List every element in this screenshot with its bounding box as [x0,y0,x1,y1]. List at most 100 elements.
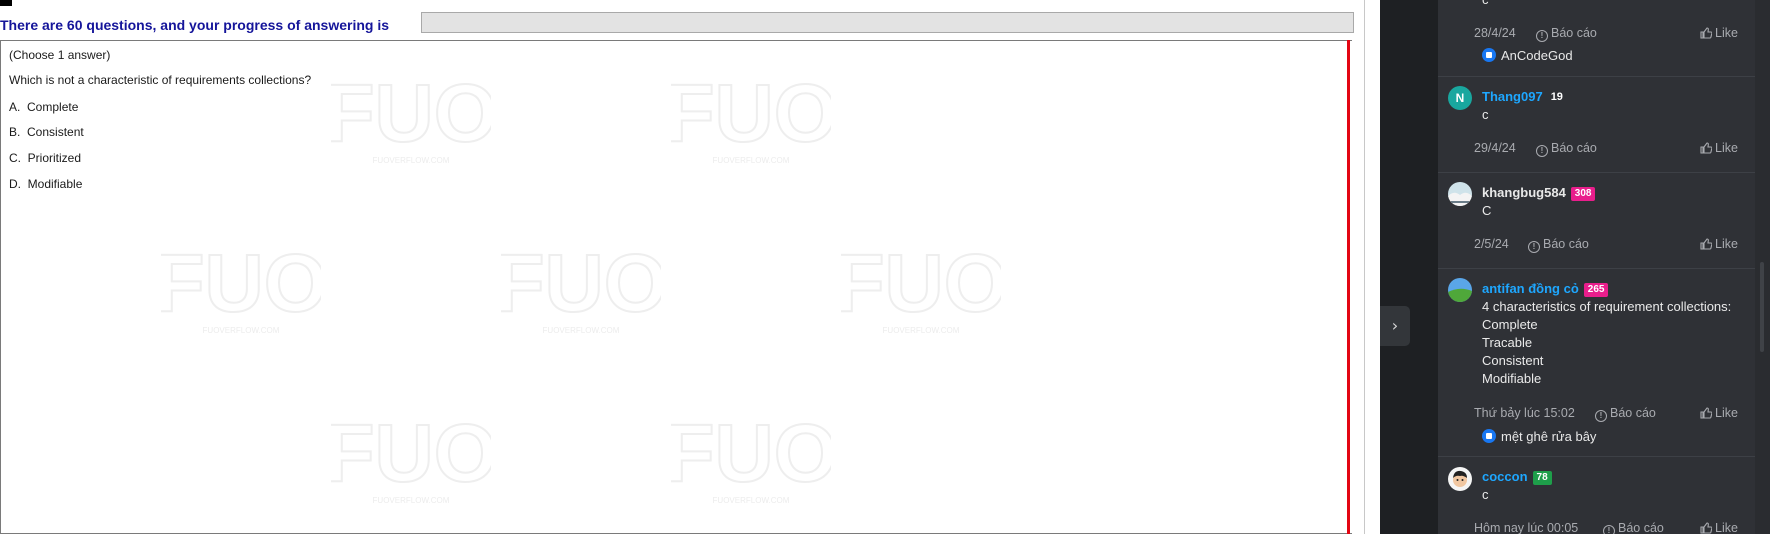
question-instruction: (Choose 1 answer) [9,48,111,62]
window-frame-edge [1364,0,1365,534]
svg-text:FUOVERFLOW.COM: FUOVERFLOW.COM [373,496,450,505]
comment-body-line: Complete [1482,317,1538,332]
comment-body-line: C [1482,203,1492,218]
info-icon: ! [1536,145,1548,157]
thumbs-up-icon [1700,522,1712,534]
like-reaction-icon [1482,48,1496,62]
chevron-right-icon: › [1391,316,1399,335]
like-button[interactable]: Like [1700,26,1738,40]
avatar[interactable] [1448,467,1472,491]
author-link[interactable]: Thang097 [1482,89,1543,104]
comment-body-line: c [1482,487,1489,502]
like-label: Like [1715,521,1738,534]
comment-author: antifan đồng cỏ 265 [1482,281,1609,297]
svg-text:FUOVERFLOW.COM: FUOVERFLOW.COM [713,496,790,505]
info-icon: ! [1536,30,1548,42]
comments-scrollbar[interactable] [1755,0,1770,534]
answer-option-d[interactable]: D. Modifiable [9,177,82,191]
progress-label: There are 60 questions, and your progres… [0,17,389,33]
report-link[interactable]: ! Báo cáo [1528,237,1589,253]
option-text: Prioritized [27,151,82,165]
collapse-panel-button[interactable]: › [1380,306,1410,346]
comment-body-line: c [1482,0,1489,7]
comment-author: coccon 78 [1482,469,1552,485]
author-link[interactable]: antifan đồng cỏ [1482,281,1579,296]
like-label: Like [1715,141,1738,155]
like-label: Like [1715,237,1738,251]
option-key: B. [9,125,21,139]
like-reaction-icon [1482,429,1496,443]
report-link[interactable]: ! Báo cáo [1536,26,1597,42]
author-score-badge: 308 [1570,187,1596,201]
info-icon: ! [1603,525,1615,534]
thumbs-up-icon [1700,27,1712,39]
watermark-logo: FUO FUOVERFLOW.COM [501,241,661,341]
answer-option-a[interactable]: A. Complete [9,100,78,114]
info-icon: ! [1528,241,1540,253]
report-label: Báo cáo [1551,26,1597,40]
report-link[interactable]: ! Báo cáo [1603,521,1664,534]
option-text: Complete [27,100,79,114]
comment-body-line: 4 characteristics of requirement collect… [1482,299,1732,314]
exam-window: There are 60 questions, and your progres… [0,0,1380,534]
author-link[interactable]: khangbug584 [1482,185,1566,200]
svg-text:FUO: FUO [331,71,491,159]
scrollbar-thumb[interactable] [1760,262,1764,352]
report-label: Báo cáo [1610,406,1656,420]
avatar[interactable]: N [1448,86,1472,110]
watermark-logo: FUO FUOVERFLOW.COM [161,241,321,341]
author-score-badge: 78 [1532,471,1552,485]
question-prompt: Which is not a characteristic of require… [9,73,312,87]
info-icon: ! [1595,410,1607,422]
svg-text:FUO: FUO [501,241,661,329]
liked-by: mệt ghê rửa bây [1482,429,1596,444]
comment-author: Thang097 19 [1482,89,1566,104]
report-label: Báo cáo [1618,521,1664,534]
thumbs-up-icon [1700,407,1712,419]
panel-gutter [1380,0,1438,534]
report-label: Báo cáo [1543,237,1589,251]
comment-body-line: Modifiable [1482,371,1542,386]
like-button[interactable]: Like [1700,237,1738,251]
answer-option-b[interactable]: B. Consistent [9,125,84,139]
comment-date: Thứ bảy lúc 15:02 [1474,406,1575,420]
liker-name: mệt ghê rửa bây [1501,429,1597,444]
question-panel-accent-border [1347,40,1350,534]
comment-divider [1438,76,1755,77]
comment-date: 28/4/24 [1474,26,1516,40]
svg-text:FUO: FUO [671,71,831,159]
answer-option-c[interactable]: C. Prioritized [9,151,81,165]
avatar-image [1448,278,1472,302]
svg-text:FUOVERFLOW.COM: FUOVERFLOW.COM [713,156,790,165]
option-key: C. [9,151,21,165]
watermark-logo: FUO FUOVERFLOW.COM [331,71,491,171]
like-label: Like [1715,406,1738,420]
avatar-letter: N [1455,91,1465,105]
comment-divider [1438,172,1755,173]
author-score-badge: 19 [1550,91,1563,103]
thumbs-up-icon [1700,238,1712,250]
comments-panel: c 28/4/24 !Báo cáo Like AnCodeGod N Than… [1438,0,1755,534]
svg-text:FUO: FUO [331,411,491,499]
author-link[interactable]: coccon [1482,469,1528,484]
comment-divider [1438,456,1755,457]
avatar-image [1448,182,1472,206]
like-button[interactable]: Like [1700,406,1738,420]
avatar[interactable] [1448,278,1472,302]
watermark-logo: FUO FUOVERFLOW.COM [671,411,831,511]
avatar[interactable] [1448,182,1472,206]
report-link[interactable]: ! Báo cáo [1536,141,1597,157]
report-label: Báo cáo [1551,141,1597,155]
report-link[interactable]: ! Báo cáo [1595,406,1656,422]
watermark-logo: FUO FUOVERFLOW.COM [331,411,491,511]
comment-body-line: Tracable [1482,335,1533,350]
like-button[interactable]: Like [1700,521,1738,534]
like-button[interactable]: Like [1700,141,1738,155]
comment-author: khangbug584 308 [1482,185,1596,201]
author-score-badge: 265 [1583,283,1609,297]
comment-body-line: c [1482,107,1489,122]
comment-divider [1438,268,1755,269]
watermark-logo: FUO FUOVERFLOW.COM [671,71,831,171]
window-corner-marker [0,0,12,6]
question-panel: FUO FUOVERFLOW.COM FUO FUOVERFLOW.COM FUO F… [0,40,1352,534]
